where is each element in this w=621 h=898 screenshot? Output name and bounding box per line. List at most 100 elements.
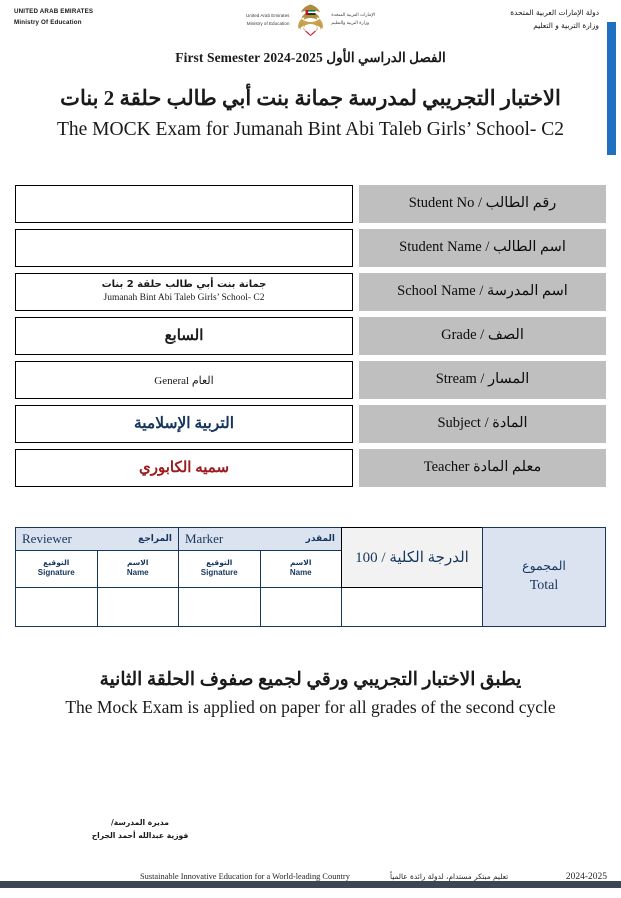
total-label-en: Total [529,577,559,593]
cell-score-out-of: الدرجة الكلية / 100 [341,526,483,588]
row-gap [353,449,359,487]
page-title-english: The MOCK Exam for Jumanah Bint Abi Taleb… [56,119,565,141]
cell-reviewer-signature-entry[interactable] [15,586,98,627]
table-row: معلم المادة Teacher سميه الكابوري [15,448,606,487]
row-gap [353,405,359,443]
cell-marker-signature-header: التوقيع Signature [178,549,261,588]
field-subject-value: التربية الإسلامية [133,415,235,433]
label-student-name: اسم الطالب / Student Name [359,228,606,267]
document-footer: Sustainable Innovative Education for a W… [0,872,621,888]
header-center-arabic-text: الإمارات العربية المتحدة وزارة التربية و… [331,12,375,28]
header-left-line2: Ministry Of Education [14,18,82,26]
header-center-ar-line2: وزارة التربية والتعليم [331,21,370,26]
field-grade[interactable]: السابع [15,316,353,355]
semester-label-en: First Semester 2024-2025 [175,50,323,65]
header-right-line1: دولة الإمارات العربية المتحدة [510,8,599,17]
label-student-no: رقم الطالب / Student No [359,184,606,223]
row-gap [353,273,359,311]
header-left-line1: UNITED ARAB EMIRATES [14,8,94,15]
label-student-no-text: رقم الطالب / Student No [408,195,557,212]
document-header: UNITED ARAB EMIRATES Ministry Of Educati… [0,0,621,40]
principal-signature-block: مديرة المدرسة/ فوزية عبدالله أحمد الجراح [30,816,250,843]
cell-score-entry[interactable] [341,586,483,627]
table-row: رقم الطالب / Student No [15,184,606,223]
table-row: المادة / Subject التربية الإسلامية [15,404,606,443]
marker-signature-label-en: Signature [200,568,238,578]
field-student-name[interactable] [15,228,353,267]
marker-label-ar: المقدر [305,533,335,544]
footer-slogan-arabic: تعليم مبتكر مستدام، لدولة رائدة عالمياً [390,872,509,881]
field-school-name[interactable]: جمانة بنت أبي طالب حلقة 2 بنات Jumanah B… [15,272,353,311]
cell-marker-signature-entry[interactable] [178,586,261,627]
principal-role: مديرة المدرسة/ [111,818,169,827]
grading-table-wrapper: المجموع Total الدرجة الكلية / 100 المقدر… [15,526,606,627]
cell-marker-name-header: الاسم Name [259,549,342,588]
reviewer-label-en: Reviewer [22,530,72,546]
student-info-table: رقم الطالب / Student No اسم الطالب / Stu… [15,179,606,493]
header-center-emblem-group: United Arab Emirates Ministry of Educati… [246,3,375,37]
header-center-en-line2: Ministry of Education [246,21,290,26]
label-teacher: معلم المادة Teacher [359,448,606,487]
cell-reviewer-name-entry[interactable] [96,586,179,627]
marker-signature-label-ar: التوقيع [206,558,233,568]
header-right-line2: وزارة التربية و التعليم [533,20,599,30]
cell-reviewer-group-header: المراجع Reviewer [15,526,179,551]
cell-marker-name-entry[interactable] [259,586,342,627]
label-stream: المسار / Stream [359,360,606,399]
exam-cover-page: UNITED ARAB EMIRATES Ministry Of Educati… [0,0,621,898]
cell-marker-group-header: المقدر Marker [178,526,342,551]
field-stream[interactable]: العام General [15,360,353,399]
label-subject: المادة / Subject [359,404,606,443]
score-out-of-text: الدرجة الكلية / 100 [355,549,469,566]
exam-note-english: The Mock Exam is applied on paper for al… [65,696,556,717]
grading-header-row: المجموع Total الدرجة الكلية / 100 المقدر… [15,526,606,627]
label-stream-text: المسار / Stream [435,371,530,388]
footer-accent-bar [0,881,621,888]
field-grade-value: السابع [164,328,204,345]
field-student-no[interactable] [15,184,353,223]
header-center-ar-line1: الإمارات العربية المتحدة [331,12,375,18]
marker-label-en: Marker [185,530,224,546]
field-teacher-value: سميه الكابوري [138,460,230,477]
reviewer-signature-label-en: Signature [37,568,75,578]
label-teacher-text: معلم المادة Teacher [423,459,542,476]
field-school-name-value-ar: جمانة بنت أبي طالب حلقة 2 بنات [101,278,267,290]
total-label-ar: المجموع [522,559,566,574]
page-title-arabic: الاختبار التجريبي لمدرسة جمانة بنت أبي ط… [60,86,561,110]
row-gap [353,317,359,355]
field-subject[interactable]: التربية الإسلامية [15,404,353,443]
field-teacher[interactable]: سميه الكابوري [15,448,353,487]
header-center-en-line1: United Arab Emirates [246,12,290,18]
row-gap [353,229,359,267]
semester-line: الفصل الدراسي الأول First Semester 2024-… [0,50,621,66]
field-school-name-value-en: Jumanah Bint Abi Taleb Girls’ School- C2 [103,293,265,304]
reviewer-signature-label-ar: التوقيع [43,558,70,568]
table-row: اسم المدرسة / School Name جمانة بنت أبي … [15,272,606,311]
footer-slogan-english: Sustainable Innovative Education for a W… [140,872,350,881]
uae-ministry-of-education-falcon-emblem-icon [298,4,323,36]
marker-name-label-ar: الاسم [290,558,312,568]
table-row: الصف / Grade السابع [15,316,606,355]
reviewer-name-label-ar: الاسم [127,558,149,568]
label-student-name-text: اسم الطالب / Student Name [399,239,566,256]
header-left-ministry-text: UNITED ARAB EMIRATES Ministry Of Educati… [14,7,93,29]
cell-total: المجموع Total [482,526,606,627]
label-grade: الصف / Grade [359,316,606,355]
label-subject-text: المادة / Subject [437,415,528,432]
right-accent-bar [607,22,616,155]
reviewer-name-label-en: Name [126,568,149,578]
semester-label-ar: الفصل الدراسي الأول [326,50,446,65]
field-stream-value: العام General [154,374,214,387]
table-row: اسم الطالب / Student Name [15,228,606,267]
reviewer-label-ar: المراجع [138,533,172,544]
label-grade-text: الصف / Grade [441,327,524,344]
header-right-ministry-text: دولة الإمارات العربية المتحدة وزارة التر… [510,7,599,32]
row-gap [353,185,359,223]
cell-reviewer-name-header: الاسم Name [96,549,179,588]
grading-table: المجموع Total الدرجة الكلية / 100 المقدر… [15,526,606,627]
label-school-name: اسم المدرسة / School Name [359,272,606,311]
header-center-english-text: United Arab Emirates Ministry of Educati… [246,12,289,29]
row-gap [353,361,359,399]
label-school-name-text: اسم المدرسة / School Name [397,283,568,300]
cell-reviewer-signature-header: التوقيع Signature [15,549,98,588]
